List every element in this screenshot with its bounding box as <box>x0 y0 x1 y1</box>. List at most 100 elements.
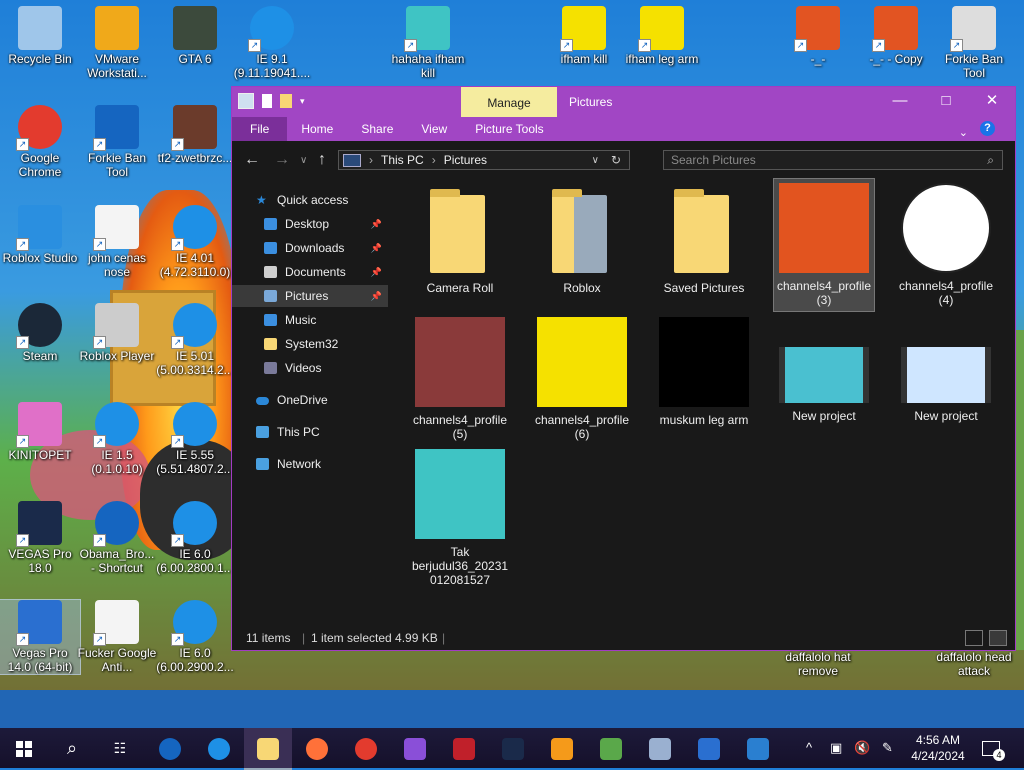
desktop-icon[interactable]: ↗ Roblox Studio <box>0 205 80 265</box>
sidebar-item[interactable]: Videos <box>232 357 388 379</box>
tab-view[interactable]: View <box>407 117 461 141</box>
desktop-icon[interactable]: ↗ IE 5.55 (5.51.4807.2... <box>155 402 235 476</box>
taskbar-app-button[interactable] <box>195 728 243 768</box>
sidebar-item[interactable]: ★ Quick access <box>232 189 388 211</box>
taskbar-app-button[interactable] <box>489 728 537 768</box>
file-item[interactable]: channels4_profile (3) <box>773 178 875 312</box>
new-folder-icon[interactable] <box>280 94 292 108</box>
chevron-down-icon[interactable]: ▾ <box>300 94 310 108</box>
task-view-button[interactable]: ☷ <box>96 728 144 768</box>
sidebar-item[interactable]: OneDrive <box>232 389 388 411</box>
taskbar-app-button[interactable] <box>587 728 635 768</box>
desktop-icon[interactable]: ↗ KINITOPET <box>0 402 80 462</box>
tab-file[interactable]: File <box>232 117 288 141</box>
desktop-icon[interactable]: ↗ VEGAS Pro 18.0 <box>0 501 80 575</box>
desktop-icon[interactable]: ↗ tf2-zwetbrzc... <box>155 105 235 165</box>
breadcrumb-pictures[interactable]: Pictures <box>444 153 487 167</box>
clock[interactable]: 4:56 AM 4/24/2024 <box>908 732 968 764</box>
desktop-icon[interactable]: ↗ Steam <box>0 303 80 363</box>
sidebar-item[interactable]: Network <box>232 453 388 475</box>
sidebar-item[interactable]: Pictures 📌 <box>232 285 388 307</box>
desktop-icon[interactable]: ↗ Forkie Ban Tool <box>934 6 1014 80</box>
taskbar-app-button[interactable] <box>685 728 733 768</box>
sidebar-item[interactable]: Desktop 📌 <box>232 213 388 235</box>
maximize-button[interactable]: □ <box>923 87 969 117</box>
properties-icon[interactable] <box>262 94 272 108</box>
tab-picture-tools[interactable]: Picture Tools <box>461 117 557 141</box>
network-tray-icon[interactable]: ▣ <box>830 728 842 768</box>
desktop-icon[interactable]: ↗ IE 1.5 (0.1.0.10) <box>77 402 157 476</box>
taskbar-app-button[interactable] <box>636 728 684 768</box>
desktop-icon[interactable]: ↗ IE 4.01 (4.72.3110.0) <box>155 205 235 279</box>
explorer-app-icon[interactable] <box>238 93 254 109</box>
back-arrow-icon[interactable]: ← <box>244 151 260 169</box>
desktop-icon[interactable]: ↗ Vegas Pro 14.0 (64-bit) <box>0 599 81 675</box>
desktop-icon[interactable]: ↗ Obama_Bro... - Shortcut <box>77 501 157 575</box>
file-item[interactable]: New project <box>774 313 874 427</box>
refresh-icon[interactable]: ↻ <box>611 153 621 167</box>
notification-button[interactable]: 4 <box>982 728 1005 768</box>
file-item[interactable]: channels4_profile (4) <box>896 179 996 311</box>
taskbar-app-button[interactable] <box>734 728 782 768</box>
title-bar[interactable]: ▾ Manage Pictures — □ ✕ <box>232 87 1015 117</box>
sidebar-item[interactable]: System32 <box>232 333 388 355</box>
search-button[interactable]: ⌕ <box>48 728 96 768</box>
desktop-icon[interactable]: ↗ Fucker Google Anti... <box>77 600 157 674</box>
show-hidden-icons-button[interactable]: ^ <box>806 728 812 768</box>
desktop-icon[interactable]: ↗ -_- - Copy <box>856 6 936 66</box>
file-item[interactable]: Tak berjudul36_20231 012081527 <box>410 445 510 591</box>
tab-manage[interactable]: Manage <box>461 87 557 117</box>
breadcrumb-this-pc[interactable]: This PC <box>381 153 424 167</box>
folder-item[interactable]: Roblox <box>532 181 632 299</box>
desktop-icon[interactable]: ↗ Roblox Player <box>77 303 157 363</box>
taskbar-app-button[interactable] <box>293 728 341 768</box>
forward-arrow-icon[interactable]: → <box>274 151 290 169</box>
close-button[interactable]: ✕ <box>969 87 1015 117</box>
sidebar-item[interactable]: Downloads 📌 <box>232 237 388 259</box>
folder-item[interactable]: Saved Pictures <box>654 181 754 299</box>
desktop-icon[interactable]: ↗ Forkie Ban Tool <box>77 105 157 179</box>
desktop-icon[interactable]: daffalolo hat remove <box>778 650 858 678</box>
taskbar-app-button[interactable] <box>244 728 292 770</box>
desktop-icon[interactable]: GTA 6 <box>155 6 235 66</box>
minimize-button[interactable]: — <box>877 87 923 117</box>
desktop-icon[interactable]: ↗ Google Chrome <box>0 105 80 179</box>
desktop-icon[interactable]: VMware Workstati... <box>77 6 157 80</box>
address-bar[interactable]: › This PC › Pictures ∨ ↻ <box>338 150 630 170</box>
pen-icon[interactable]: ✎ <box>882 728 893 768</box>
desktop-icon[interactable]: ↗ ifham leg arm <box>622 6 702 66</box>
desktop-icon[interactable]: ↗ IE 6.0 (6.00.2900.2... <box>155 600 235 674</box>
taskbar-app-button[interactable] <box>391 728 439 768</box>
tab-share[interactable]: Share <box>347 117 407 141</box>
tab-home[interactable]: Home <box>287 117 347 141</box>
start-button[interactable] <box>0 728 48 768</box>
taskbar-app-button[interactable] <box>440 728 488 768</box>
taskbar-app-button[interactable] <box>342 728 390 768</box>
desktop-icon[interactable]: daffalolo head attack <box>934 650 1014 678</box>
up-arrow-icon[interactable]: ↑ <box>318 151 326 169</box>
desktop-icon[interactable]: ↗ -_- <box>778 6 858 66</box>
desktop-icon[interactable]: Recycle Bin <box>0 6 80 66</box>
taskbar-app-button[interactable] <box>538 728 586 768</box>
file-item[interactable]: channels4_profile (5) <box>410 313 510 445</box>
desktop-icon[interactable]: ↗ ifham kill <box>544 6 624 66</box>
folder-item[interactable]: Camera Roll <box>410 181 510 299</box>
sidebar-item[interactable]: Music <box>232 309 388 331</box>
sidebar-item[interactable]: This PC <box>232 421 388 443</box>
desktop-icon[interactable]: ↗ IE 9.1 (9.11.19041.... <box>232 6 312 80</box>
desktop-icon[interactable]: ↗ hahaha ifham kill <box>388 6 468 80</box>
details-view-icon[interactable] <box>965 630 983 646</box>
address-dropdown-icon[interactable]: ∨ <box>592 155 599 166</box>
sidebar-item[interactable]: Documents 📌 <box>232 261 388 283</box>
desktop-icon[interactable]: ↗ john cenas nose <box>77 205 157 279</box>
file-item[interactable]: New project <box>896 313 996 427</box>
volume-muted-icon[interactable]: 🔇 <box>854 728 870 768</box>
taskbar-app-button[interactable] <box>146 728 194 768</box>
desktop-icon[interactable]: ↗ IE 5.01 (5.00.3314.2... <box>155 303 235 377</box>
desktop-icon[interactable]: ↗ IE 6.0 (6.00.2800.1... <box>155 501 235 575</box>
file-item[interactable]: channels4_profile (6) <box>532 313 632 445</box>
large-icons-view-icon[interactable] <box>989 630 1007 646</box>
recent-dropdown-icon[interactable]: ∨ <box>300 155 307 166</box>
help-icon[interactable]: ? <box>980 121 995 136</box>
file-item[interactable]: muskum leg arm <box>654 313 754 431</box>
